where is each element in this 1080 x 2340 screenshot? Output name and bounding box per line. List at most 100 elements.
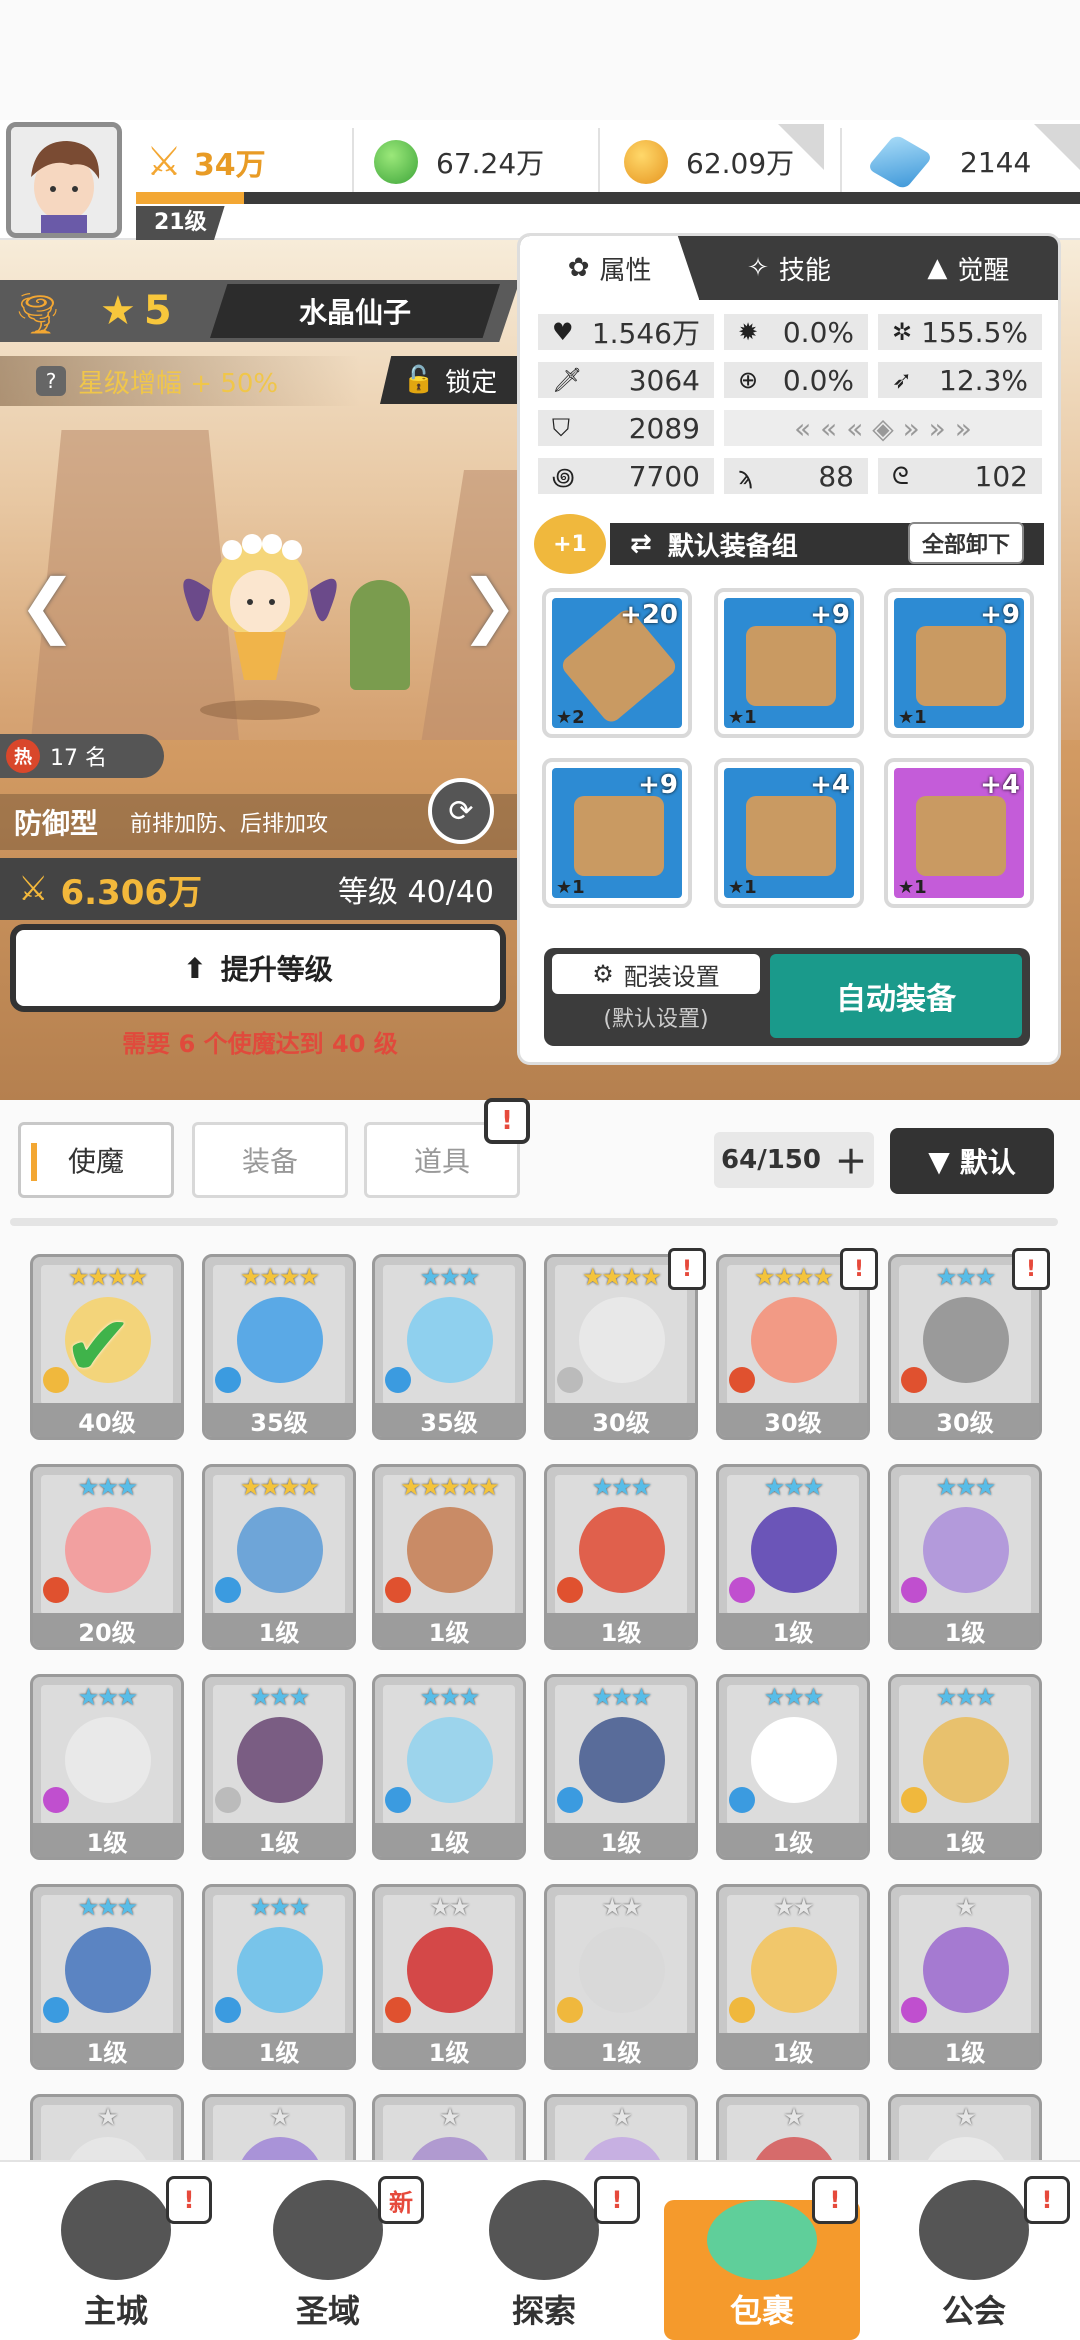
element-icon	[729, 1997, 755, 2023]
familiar-card[interactable]: ★★★ 1级	[202, 1674, 356, 1860]
equipment-slot[interactable]: +4 ★1	[714, 758, 864, 908]
sort-label: 默认	[959, 1146, 1016, 1179]
role-description: 前排加防、后排加攻	[130, 812, 329, 837]
equipment-slot[interactable]: +9 ★1	[884, 588, 1034, 738]
card-level: 1级	[891, 1823, 1039, 1857]
card-level: 1级	[33, 1823, 181, 1857]
familiar-portrait	[923, 1717, 1009, 1803]
stat-hp: ♥ 1.546万	[538, 314, 714, 350]
unequip-all-button[interactable]: 全部卸下	[907, 522, 1024, 564]
element-icon	[215, 1367, 241, 1393]
familiar-card[interactable]: ★★ 1级	[544, 1884, 698, 2070]
heart-icon: ♥	[552, 318, 574, 346]
bag-capacity[interactable]: 64/150 ＋	[714, 1132, 874, 1188]
equipment-slot[interactable]: +4 ★1	[884, 758, 1034, 908]
wing-icon: ➶	[892, 366, 913, 394]
auto-equip-button[interactable]: 自动装备	[770, 954, 1022, 1038]
tab-attributes[interactable]: ✿ 属性	[520, 236, 700, 300]
tab-familiars[interactable]: 使魔	[18, 1122, 174, 1198]
card-level: 1级	[33, 2033, 181, 2067]
familiar-portrait	[751, 1927, 837, 2013]
awaken-icon: ▲	[927, 253, 948, 283]
gem-amount: 2144	[960, 145, 1032, 179]
familiar-card[interactable]: ★★★★★ 1级	[372, 1464, 526, 1650]
tornado-icon: 🌪	[12, 291, 63, 337]
tab-equipment[interactable]: 装备	[192, 1122, 348, 1198]
config-label: 配装设置	[623, 962, 720, 991]
familiar-card[interactable]: ★★★★ 30级!	[544, 1248, 706, 1440]
nav-badge: 新	[378, 2176, 424, 2224]
familiar-card[interactable]: ★★★ 30级!	[888, 1248, 1050, 1440]
equipment-slot[interactable]: +9 ★1	[542, 758, 692, 908]
element-icon	[215, 1787, 241, 1813]
familiar-portrait	[751, 1297, 837, 1383]
equipment-slot[interactable]: +9 ★1	[714, 588, 864, 738]
tab-skills[interactable]: ✧ 技能	[699, 236, 878, 300]
equipment-group: +1 ⇄ 默认装备组 全部卸下	[534, 514, 1044, 574]
familiar-card[interactable]: ★★★ 1级	[30, 1674, 184, 1860]
familiar-card[interactable]: ★★★★ 35级	[202, 1254, 356, 1440]
plus-one-badge[interactable]: +1	[534, 514, 606, 574]
config-button[interactable]: ⚙ 配装设置	[552, 954, 760, 994]
familiar-card[interactable]: ★★★★ 40级 ✔	[30, 1254, 184, 1440]
familiar-card[interactable]: ★★★★ 1级	[202, 1464, 356, 1650]
familiar-card[interactable]: ★★ 1级	[372, 1884, 526, 2070]
armor-icon	[916, 626, 1006, 706]
card-frame: ★★★ 1级	[202, 1884, 356, 2070]
familiar-card[interactable]: ★★★ 1级	[716, 1674, 870, 1860]
element-icon	[729, 1577, 755, 1603]
familiar-card[interactable]: ★★★ 35级	[372, 1254, 526, 1440]
card-frame: ★★★★ 35级	[202, 1254, 356, 1440]
alert-badge: !	[668, 1248, 706, 1290]
next-hero-arrow[interactable]: ❯	[460, 570, 519, 640]
sword-stone-icon	[489, 2180, 599, 2280]
hero-sprite	[170, 520, 350, 720]
familiar-card[interactable]: ★★ 1级	[716, 1884, 870, 2070]
swap-hero-button[interactable]: ⟳	[428, 778, 494, 844]
card-frame: ★★ 1级	[372, 1884, 526, 2070]
card-stars: ★★★★	[239, 1473, 320, 1501]
hero-level: 等级 40/40	[338, 875, 494, 910]
familiar-card[interactable]: ★★★ 1级	[372, 1674, 526, 1860]
card-frame: ★★ 1级	[544, 1884, 698, 2070]
popularity-badge[interactable]: 热 17 名	[0, 734, 164, 778]
card-level: 35级	[375, 1403, 523, 1437]
familiar-portrait	[237, 1297, 323, 1383]
stat-value: 12.3%	[939, 363, 1028, 397]
familiar-card[interactable]: ★★★★ 30级!	[716, 1248, 878, 1440]
familiar-card[interactable]: ★ 1级	[888, 1884, 1042, 2070]
familiar-card[interactable]: ★★★ 1级	[202, 1884, 356, 2070]
stat-crit-dmg: ✲ 155.5%	[878, 314, 1042, 350]
star-boost[interactable]: ? 星级增幅 + 50%	[0, 356, 360, 406]
hot-icon: 热	[6, 739, 40, 773]
sort-dropdown[interactable]: ▼ 默认	[890, 1128, 1054, 1194]
familiar-card[interactable]: ★★★ 1级	[544, 1674, 698, 1860]
config-subtitle: (默认设置)	[603, 1007, 709, 1032]
prev-hero-arrow[interactable]: ❮	[18, 570, 77, 640]
divider	[840, 128, 842, 198]
add-gem-button[interactable]	[1034, 124, 1080, 170]
tab-awaken[interactable]: ▲ 觉醒	[879, 236, 1058, 300]
card-stars: ★★★★	[239, 1263, 320, 1291]
upgrade-level-button[interactable]: ⬆ 提升等级	[10, 924, 506, 1012]
familiar-card[interactable]: ★★★ 1级	[544, 1464, 698, 1650]
familiar-card[interactable]: ★★★ 1级	[30, 1884, 184, 2070]
player-avatar[interactable]	[6, 122, 122, 238]
element-icon	[215, 1577, 241, 1603]
familiar-card[interactable]: ★★★ 1级	[888, 1674, 1042, 1860]
familiar-card[interactable]: ★★★ 20级	[30, 1464, 184, 1650]
lock-button[interactable]: 🔓 锁定	[380, 356, 520, 404]
familiar-portrait	[237, 1507, 323, 1593]
element-icon	[557, 1997, 583, 2023]
add-gold-button[interactable]	[778, 124, 824, 170]
alert-badge: !	[1012, 1248, 1050, 1290]
card-stars: ★	[97, 2103, 119, 2131]
enhance-level: +4	[980, 770, 1020, 800]
familiar-card[interactable]: ★★★ 1级	[716, 1464, 870, 1650]
card-level: 1级	[719, 2033, 867, 2067]
familiar-card[interactable]: ★★★ 1级	[888, 1464, 1042, 1650]
swirl-icon: ꩜	[552, 462, 575, 491]
element-icon	[901, 1997, 927, 2023]
equipment-slot[interactable]: +20 ★2	[542, 588, 692, 738]
card-frame: ★★★ 1级	[888, 1674, 1042, 1860]
